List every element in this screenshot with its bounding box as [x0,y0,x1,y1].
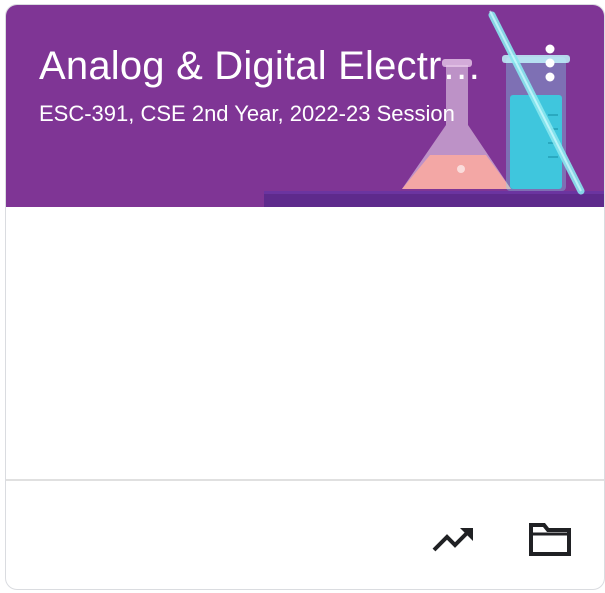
course-banner[interactable]: Analog & Digital Electronics ESC-391, CS… [6,5,604,207]
course-card[interactable]: Analog & Digital Electronics ESC-391, CS… [5,4,605,590]
more-vert-icon [545,44,555,82]
folder-icon [529,523,571,556]
course-title[interactable]: Analog & Digital Electronics [39,41,499,91]
trending-up-icon [432,528,473,552]
course-subtitle[interactable]: ESC-391, CSE 2nd Year, 2022-23 Session [39,99,499,129]
more-options-button[interactable] [530,39,570,87]
open-folder-button[interactable] [526,515,574,563]
open-your-work-button[interactable] [430,515,478,563]
card-divider [6,479,604,481]
